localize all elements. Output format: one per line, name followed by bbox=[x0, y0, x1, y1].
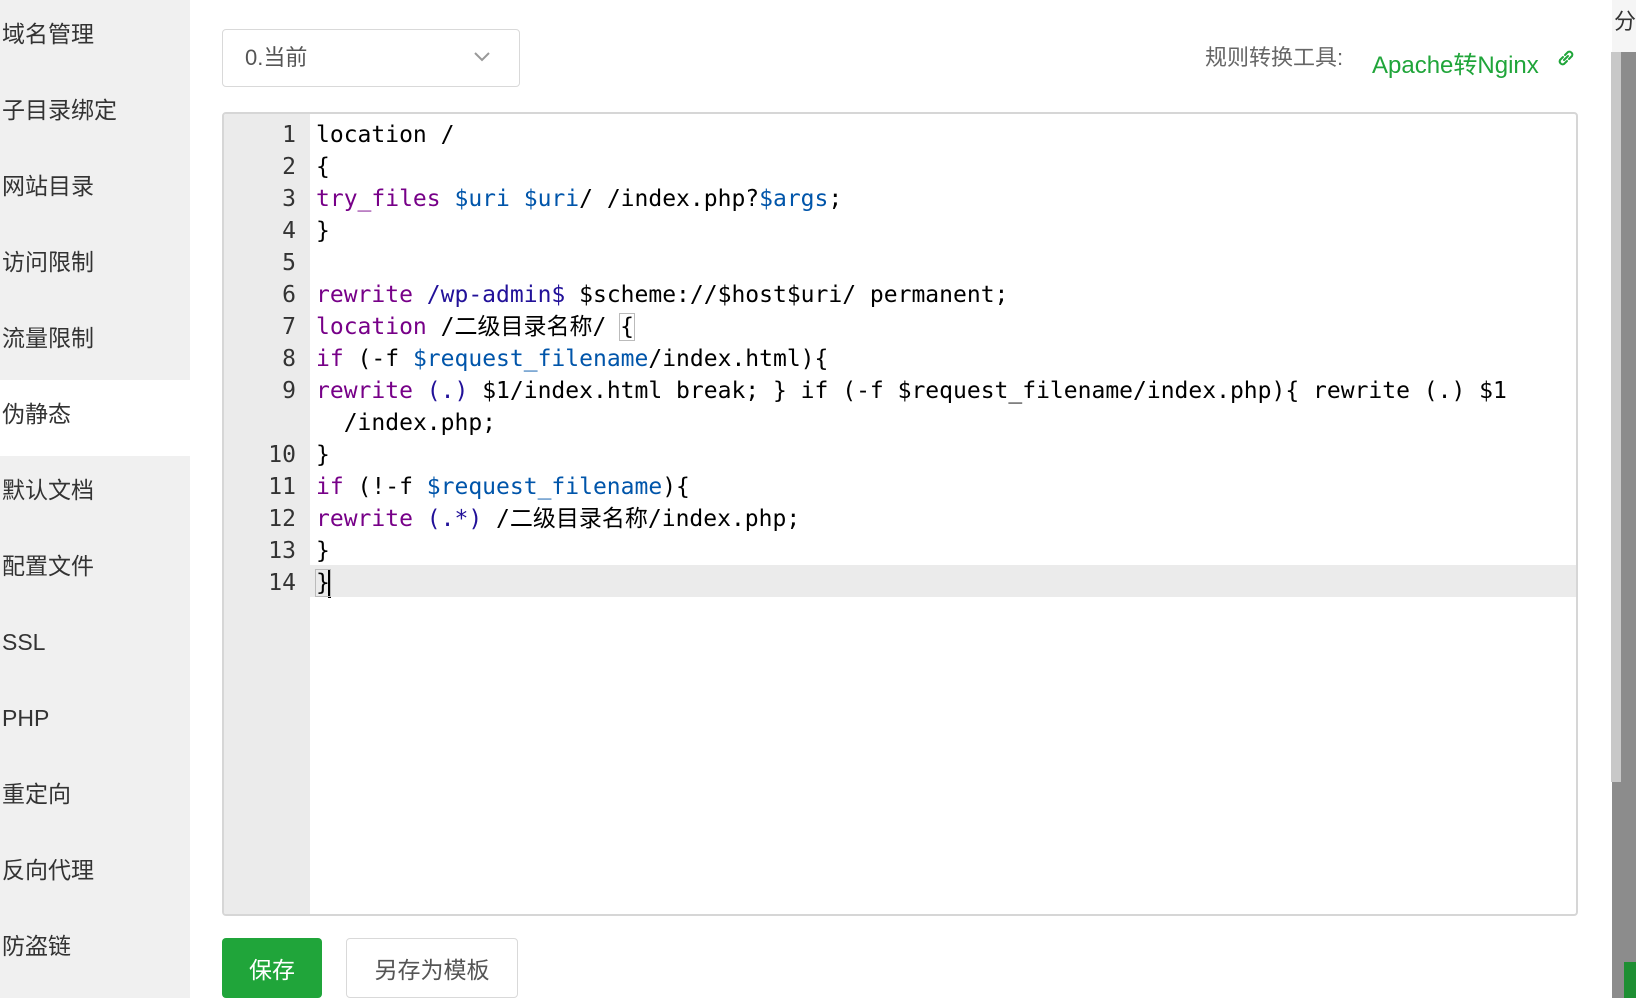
text-cursor bbox=[327, 569, 331, 598]
code-text: if (!-f $request_filename){ bbox=[316, 474, 690, 500]
line-number: 5 bbox=[282, 250, 296, 276]
sidebar-item-traffic-limit[interactable]: 流量限制 bbox=[0, 304, 190, 380]
sidebar-item-php[interactable]: PHP bbox=[0, 684, 190, 760]
sidebar-item-rewrite[interactable]: 伪静态 bbox=[0, 380, 190, 456]
line-number: 6 bbox=[282, 282, 296, 308]
line-number: 9 bbox=[282, 378, 296, 404]
line-number: 1 bbox=[282, 122, 296, 148]
rewrite-code-editor[interactable]: 1 location / 2 { 3 try_files $uri $uri/ … bbox=[222, 112, 1578, 916]
code-text: rewrite (.) $1/index.html break; } if (-… bbox=[316, 378, 1507, 436]
code-text: if (-f $request_filename/index.html){ bbox=[316, 346, 829, 372]
line-number: 11 bbox=[268, 474, 296, 500]
sidebar-item-redirect[interactable]: 重定向 bbox=[0, 760, 190, 836]
code-line: 3 try_files $uri $uri/ /index.php?$args; bbox=[224, 183, 1576, 215]
scrollbar[interactable] bbox=[1611, 52, 1621, 782]
line-number: 2 bbox=[282, 154, 296, 180]
code-text: rewrite /wp-admin$ $scheme://$host$uri/ … bbox=[316, 282, 1009, 308]
apache-to-nginx-link[interactable]: Apache转Nginx bbox=[1372, 45, 1539, 80]
link-icon[interactable] bbox=[1554, 46, 1578, 70]
code-text: } bbox=[315, 569, 331, 598]
sidebar-item-domain-management[interactable]: 域名管理 bbox=[0, 0, 190, 76]
sidebar-item-site-directory[interactable]: 网站目录 bbox=[0, 152, 190, 228]
backdrop-header-text: 分类 bbox=[1614, 9, 1636, 34]
code-text: } bbox=[316, 538, 330, 564]
backdrop-header: 分类 bbox=[1612, 0, 1636, 52]
code-text: } bbox=[316, 218, 330, 244]
select-value: 0.当前 bbox=[245, 45, 308, 70]
code-text: location / bbox=[316, 122, 455, 148]
sidebar-item-reverse-proxy[interactable]: 反向代理 bbox=[0, 836, 190, 912]
code-line: 1 location / bbox=[224, 119, 1576, 151]
code-line: 10 } bbox=[224, 439, 1576, 471]
save-as-template-button[interactable]: 另存为模板 bbox=[346, 938, 518, 998]
code-line: 2 { bbox=[224, 151, 1576, 183]
sidebar-item-access-restriction[interactable]: 访问限制 bbox=[0, 228, 190, 304]
code-text: { bbox=[316, 154, 330, 180]
line-number: 4 bbox=[282, 218, 296, 244]
code-line: 6 rewrite /wp-admin$ $scheme://$host$uri… bbox=[224, 279, 1576, 311]
converter-label: 规则转换工具: bbox=[1205, 45, 1344, 70]
backdrop-green-element bbox=[1624, 962, 1636, 998]
code-text: } bbox=[316, 442, 330, 468]
sidebar-item-config-file[interactable]: 配置文件 bbox=[0, 532, 190, 608]
line-number: 12 bbox=[268, 506, 296, 532]
code-line: 4 } bbox=[224, 215, 1576, 247]
code-text: rewrite (.*) /二级目录名称/index.php; bbox=[316, 506, 801, 532]
sidebar-item-ssl[interactable]: SSL bbox=[0, 608, 190, 684]
line-number: 3 bbox=[282, 186, 296, 212]
line-number: 14 bbox=[268, 570, 296, 596]
save-button[interactable]: 保存 bbox=[222, 938, 322, 998]
chevron-down-icon bbox=[474, 52, 490, 62]
code-line: 8 if (-f $request_filename/index.html){ bbox=[224, 343, 1576, 375]
code-text: try_files $uri $uri/ /index.php?$args; bbox=[316, 186, 843, 212]
line-number: 8 bbox=[282, 346, 296, 372]
sidebar-item-default-document[interactable]: 默认文档 bbox=[0, 456, 190, 532]
code-line: 7 location /二级目录名称/ { bbox=[224, 311, 1576, 343]
code-line-active: 14 } bbox=[224, 567, 1576, 599]
code-line: 13 } bbox=[224, 535, 1576, 567]
code-text: location /二级目录名称/ { bbox=[316, 313, 636, 341]
sidebar: 域名管理 子目录绑定 网站目录 访问限制 流量限制 伪静态 默认文档 配置文件 … bbox=[0, 0, 190, 998]
code-line: 9 rewrite (.) $1/index.html break; } if … bbox=[224, 375, 1576, 439]
rewrite-template-select[interactable]: 0.当前 bbox=[222, 29, 520, 87]
code-content[interactable]: 1 location / 2 { 3 try_files $uri $uri/ … bbox=[224, 119, 1576, 599]
line-number: 10 bbox=[268, 442, 296, 468]
code-line: 5 bbox=[224, 247, 1576, 279]
sidebar-item-subdirectory-binding[interactable]: 子目录绑定 bbox=[0, 76, 190, 152]
code-line: 12 rewrite (.*) /二级目录名称/index.php; bbox=[224, 503, 1576, 535]
sidebar-item-hotlink-protection[interactable]: 防盗链 bbox=[0, 912, 190, 988]
line-number: 7 bbox=[282, 314, 296, 340]
line-number: 13 bbox=[268, 538, 296, 564]
code-line: 11 if (!-f $request_filename){ bbox=[224, 471, 1576, 503]
